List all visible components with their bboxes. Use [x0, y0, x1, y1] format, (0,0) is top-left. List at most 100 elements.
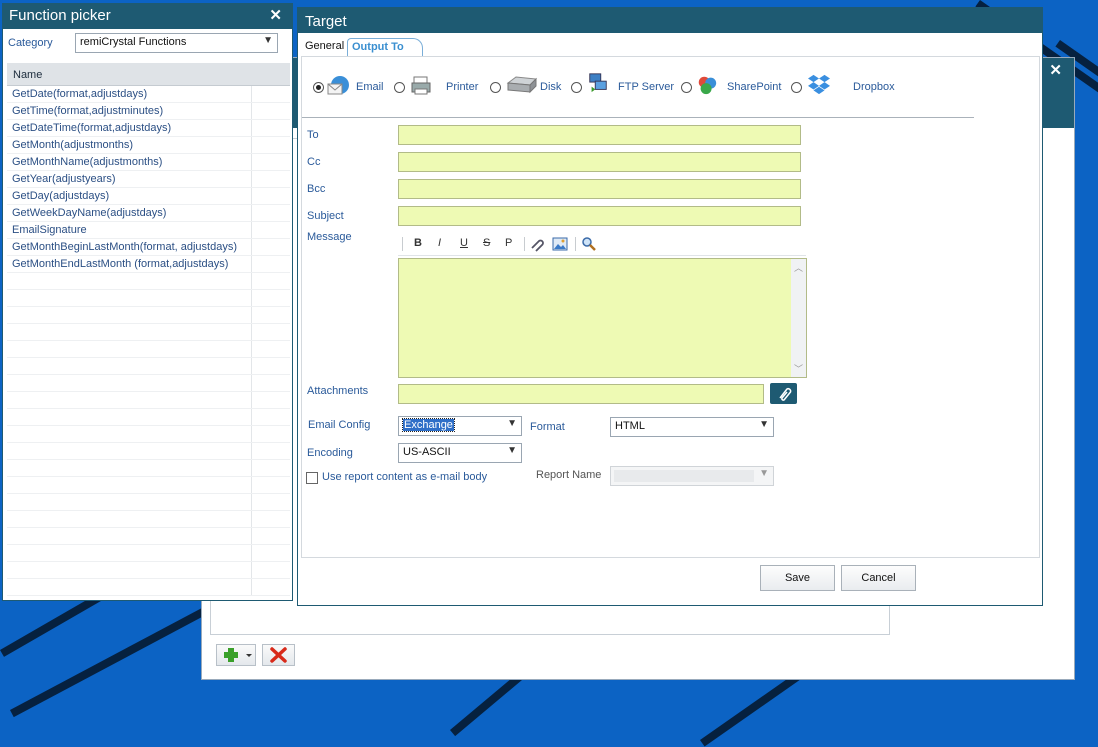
email-config-label: Email Config — [308, 419, 371, 431]
paragraph-button[interactable]: P — [505, 237, 512, 249]
window-title: Function picker — [9, 7, 111, 24]
toolbar-grip — [402, 237, 403, 251]
cc-field[interactable] — [398, 152, 801, 172]
dropbox-label: Dropbox — [853, 81, 895, 93]
empty-row — [7, 443, 290, 460]
empty-row — [7, 579, 290, 596]
to-field[interactable] — [398, 125, 801, 145]
save-button[interactable]: Save — [760, 565, 835, 591]
underline-button[interactable]: U — [460, 237, 468, 249]
zoom-icon[interactable] — [581, 236, 597, 252]
format-select[interactable]: HTML ▼ — [610, 417, 774, 437]
category-select[interactable]: remiCrystal Functions ▼ — [75, 33, 278, 53]
printer-label: Printer — [446, 81, 479, 93]
chevron-down-icon: ▼ — [759, 468, 769, 479]
email-config-select[interactable]: Exchange ▼ — [398, 416, 522, 436]
function-row[interactable]: GetMonthEndLastMonth (format,adjustdays) — [7, 256, 290, 273]
column-divider — [251, 205, 252, 221]
report-name-select[interactable]: ▼ — [610, 466, 774, 486]
name-column-header[interactable]: Name — [7, 63, 290, 86]
function-row[interactable]: GetTime(format,adjustminutes) — [7, 103, 290, 120]
function-row[interactable]: GetMonthName(adjustmonths) — [7, 154, 290, 171]
column-divider — [251, 120, 252, 136]
function-row[interactable]: GetDay(adjustdays) — [7, 188, 290, 205]
function-name: GetYear(adjustyears) — [12, 173, 116, 185]
sharepoint-icon — [698, 76, 717, 95]
close-icon[interactable]: ✕ — [1049, 61, 1062, 79]
italic-button[interactable]: I — [438, 237, 441, 249]
column-divider — [251, 358, 252, 374]
attachments-field[interactable] — [398, 384, 764, 404]
empty-row — [7, 409, 290, 426]
cancel-label: Cancel — [861, 572, 896, 584]
function-picker-titlebar: Function picker ✕ — [3, 4, 292, 29]
cancel-button[interactable]: Cancel — [841, 565, 916, 591]
function-row[interactable]: GetMonthBeginLastMonth(format, adjustday… — [7, 239, 290, 256]
format-label: Format — [530, 421, 565, 433]
subject-field[interactable] — [398, 206, 801, 226]
disk-icon — [506, 76, 538, 94]
column-divider — [251, 239, 252, 255]
function-name: GetTime(format,adjustminutes) — [12, 105, 164, 117]
save-label: Save — [784, 572, 811, 584]
empty-row — [7, 477, 290, 494]
function-row[interactable]: GetDateTime(format,adjustdays) — [7, 120, 290, 137]
bold-button[interactable]: B — [414, 237, 422, 249]
ftp-server-radio[interactable] — [571, 82, 582, 93]
column-divider — [251, 494, 252, 510]
column-divider — [251, 273, 252, 289]
function-list: GetDate(format,adjustdays) GetTime(format… — [7, 86, 290, 598]
sharepoint-radio[interactable] — [681, 82, 692, 93]
add-button[interactable] — [216, 644, 256, 666]
function-picker-window: Function picker ✕ Category remiCrystal F… — [2, 3, 293, 601]
scroll-up-icon[interactable]: ︿ — [794, 261, 803, 274]
delete-button[interactable] — [262, 644, 295, 666]
function-name: GetMonth(adjustmonths) — [12, 139, 134, 151]
function-name: GetWeekDayName(adjustdays) — [12, 207, 167, 219]
chevron-down-icon: ▼ — [759, 419, 769, 430]
report-name-placeholder-bar — [614, 470, 754, 482]
message-editor[interactable]: ︿ ﹀ — [398, 258, 807, 378]
message-scrollbar[interactable]: ︿ ﹀ — [791, 259, 806, 377]
function-name: GetMonthBeginLastMonth(format, adjustday… — [12, 241, 238, 253]
email-icon — [327, 76, 349, 95]
tab-general[interactable]: General — [301, 38, 348, 56]
scroll-down-icon[interactable]: ﹀ — [794, 362, 803, 375]
dropbox-radio[interactable] — [791, 82, 802, 93]
printer-radio[interactable] — [394, 82, 405, 93]
column-divider — [251, 103, 252, 119]
target-dialog: Target General Output To Email Printer D… — [297, 7, 1043, 606]
function-row[interactable]: EmailSignature — [7, 222, 290, 239]
message-label: Message — [307, 231, 352, 243]
dropbox-icon — [808, 74, 830, 95]
column-divider — [251, 137, 252, 153]
tab-output-to[interactable]: Output To — [347, 38, 423, 56]
close-icon[interactable]: ✕ — [269, 6, 282, 24]
attach-button[interactable] — [770, 383, 797, 404]
empty-row — [7, 358, 290, 375]
function-row[interactable]: GetYear(adjustyears) — [7, 171, 290, 188]
column-divider — [251, 426, 252, 442]
function-row[interactable]: GetWeekDayName(adjustdays) — [7, 205, 290, 222]
bcc-label: Bcc — [307, 183, 326, 195]
empty-row — [7, 375, 290, 392]
column-divider — [251, 154, 252, 170]
image-icon[interactable] — [552, 236, 568, 252]
separator — [302, 117, 974, 118]
strikethrough-button[interactable]: S — [483, 237, 490, 249]
encoding-select[interactable]: US-ASCII ▼ — [398, 443, 522, 463]
bcc-field[interactable] — [398, 179, 801, 199]
empty-row — [7, 290, 290, 307]
ftp-server-label: FTP Server — [618, 81, 675, 93]
column-divider — [251, 171, 252, 187]
link-icon[interactable] — [529, 236, 545, 252]
subject-label: Subject — [307, 210, 344, 222]
use-report-checkbox[interactable] — [306, 472, 318, 484]
empty-row — [7, 494, 290, 511]
function-row[interactable]: GetDate(format,adjustdays) — [7, 86, 290, 103]
email-radio[interactable] — [313, 82, 324, 93]
toolbar-separator — [575, 237, 576, 251]
disk-label: Disk — [540, 81, 562, 93]
disk-radio[interactable] — [490, 82, 501, 93]
function-row[interactable]: GetMonth(adjustmonths) — [7, 137, 290, 154]
